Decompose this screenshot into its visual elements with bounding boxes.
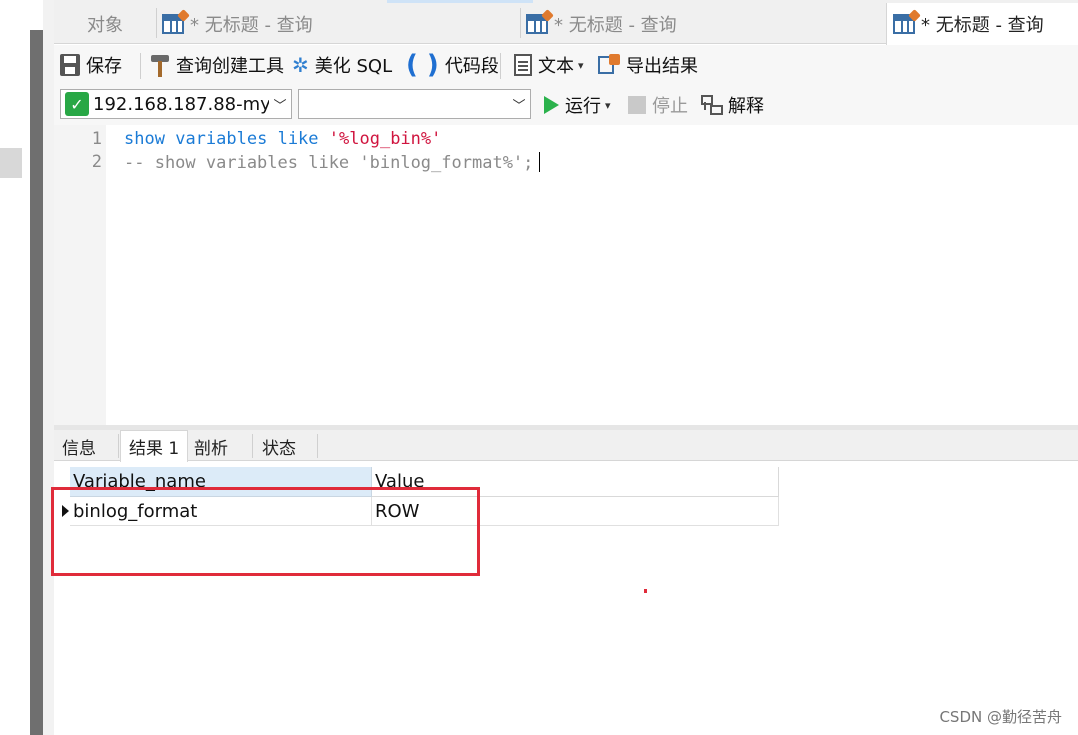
database-select[interactable]: ﹀ bbox=[298, 89, 531, 119]
tab-separator bbox=[118, 434, 119, 458]
text-label: 文本 bbox=[538, 56, 574, 77]
tab-status-label: 状态 bbox=[262, 439, 296, 459]
sql-keyword: variables bbox=[175, 129, 268, 149]
query-table-icon bbox=[893, 9, 921, 34]
tab-query-2-label: * 无标题 - 查询 bbox=[554, 15, 677, 36]
stop-label: 停止 bbox=[652, 96, 688, 117]
hammer-icon bbox=[150, 53, 170, 77]
save-icon bbox=[60, 54, 80, 76]
annotation-dot bbox=[644, 589, 647, 593]
stop-button[interactable]: 停止 bbox=[628, 90, 688, 120]
toolbar-separator bbox=[500, 53, 501, 79]
watermark: CSDN @勤径苦舟 bbox=[939, 708, 1062, 726]
export-icon bbox=[598, 54, 620, 76]
tab-result-1[interactable]: 结果 1 bbox=[120, 430, 189, 462]
connection-select[interactable]: ✓ 192.168.187.88-mysql ﹀ bbox=[60, 89, 292, 119]
tab-profile-label: 剖析 bbox=[194, 439, 228, 459]
tab-separator bbox=[156, 8, 157, 38]
query-builder-button[interactable]: 查询创建工具 bbox=[150, 50, 284, 80]
tab-status[interactable]: 状态 bbox=[254, 432, 304, 461]
query-builder-label: 查询创建工具 bbox=[176, 56, 284, 77]
beautify-sql-label: 美化 SQL bbox=[314, 56, 393, 77]
dropdown-caret-icon: ▾ bbox=[578, 58, 584, 72]
sql-keyword: show bbox=[124, 129, 165, 149]
code-snippet-icon: ( ) bbox=[406, 50, 439, 80]
tab-separator bbox=[520, 8, 521, 38]
tab-profile[interactable]: 剖析 bbox=[186, 432, 236, 461]
tab-query-1[interactable]: * 无标题 - 查询 bbox=[162, 4, 313, 44]
query-table-icon bbox=[526, 9, 554, 34]
line-number: 2 bbox=[91, 152, 102, 172]
code-snippet-button[interactable]: ( ) 代码段 bbox=[406, 50, 499, 80]
line-number-gutter: 1 2 bbox=[54, 125, 106, 425]
tab-hover-indicator bbox=[387, 0, 533, 3]
save-button[interactable]: 保存 bbox=[60, 50, 122, 80]
sql-comment: -- show variables like 'binlog_format%'; bbox=[124, 153, 534, 173]
result-tabs: 信息 结果 1 剖析 状态 bbox=[54, 430, 1078, 462]
tab-info-label: 信息 bbox=[62, 439, 96, 459]
dropdown-caret-icon: ▾ bbox=[605, 98, 611, 112]
tab-objects[interactable]: 对象 bbox=[87, 4, 123, 44]
run-button[interactable]: 运行 ▾ bbox=[544, 90, 611, 120]
tab-query-3-active[interactable]: * 无标题 - 查询 bbox=[886, 3, 1078, 45]
toolbar-separator bbox=[140, 53, 141, 79]
sql-keyword: like bbox=[277, 129, 319, 149]
highlight-annotation-box bbox=[51, 487, 480, 576]
code-line-2[interactable]: -- show variables like 'binlog_format%'; bbox=[124, 152, 541, 173]
stop-icon bbox=[628, 96, 646, 114]
connection-value: 192.168.187.88-mysql bbox=[93, 93, 269, 115]
run-toolbar: ✓ 192.168.187.88-mysql ﹀ ﹀ 运行 ▾ 停止 解释 bbox=[54, 85, 1078, 125]
chevron-down-icon: ﹀ bbox=[512, 98, 526, 114]
text-cursor bbox=[539, 152, 541, 172]
tab-separator bbox=[252, 434, 253, 458]
beautify-sql-button[interactable]: ✲ 美化 SQL bbox=[292, 50, 392, 80]
query-table-icon bbox=[162, 9, 190, 34]
left-divider bbox=[43, 0, 54, 735]
navicat-window: 对象 * 无标题 - 查询 * 无标题 - 查询 * 无标题 - 查询 保存 查… bbox=[0, 0, 1078, 735]
export-results-label: 导出结果 bbox=[626, 56, 698, 77]
run-label: 运行 bbox=[565, 96, 601, 117]
tab-result-1-label: 结果 1 bbox=[129, 439, 180, 459]
left-panel-selection[interactable] bbox=[0, 148, 22, 178]
tab-bar: 对象 * 无标题 - 查询 * 无标题 - 查询 * 无标题 - 查询 bbox=[54, 0, 1078, 45]
line-number: 1 bbox=[91, 129, 102, 149]
sql-editor[interactable]: 1 2 show variables like '%log_bin%' -- s… bbox=[54, 125, 1078, 425]
explain-button[interactable]: 解释 bbox=[700, 90, 764, 120]
explain-label: 解释 bbox=[728, 96, 764, 117]
magic-wand-icon: ✲ bbox=[292, 53, 309, 77]
tab-objects-label: 对象 bbox=[87, 15, 123, 36]
left-panel bbox=[0, 0, 30, 735]
play-icon bbox=[544, 96, 559, 114]
save-label: 保存 bbox=[86, 56, 122, 77]
code-snippet-label: 代码段 bbox=[444, 56, 499, 77]
tab-query-1-label: * 无标题 - 查询 bbox=[190, 15, 313, 36]
text-button[interactable]: 文本 ▾ bbox=[514, 50, 584, 80]
mysql-connection-icon: ✓ bbox=[65, 92, 89, 116]
query-toolbar: 保存 查询创建工具 ✲ 美化 SQL ( ) 代码段 文本 ▾ 导出结果 bbox=[54, 45, 1078, 85]
code-line-1[interactable]: show variables like '%log_bin%' bbox=[124, 129, 441, 149]
chevron-down-icon: ﹀ bbox=[273, 98, 287, 114]
sql-string: '%log_bin%' bbox=[328, 129, 442, 149]
tab-query-3-label: * 无标题 - 查询 bbox=[921, 15, 1044, 36]
tab-query-2[interactable]: * 无标题 - 查询 bbox=[526, 4, 677, 44]
document-icon bbox=[514, 54, 532, 76]
explain-icon bbox=[700, 94, 723, 116]
tab-info[interactable]: 信息 bbox=[54, 432, 104, 461]
export-results-button[interactable]: 导出结果 bbox=[598, 50, 698, 80]
left-scrollbar[interactable] bbox=[30, 30, 43, 735]
tab-separator bbox=[317, 434, 318, 458]
